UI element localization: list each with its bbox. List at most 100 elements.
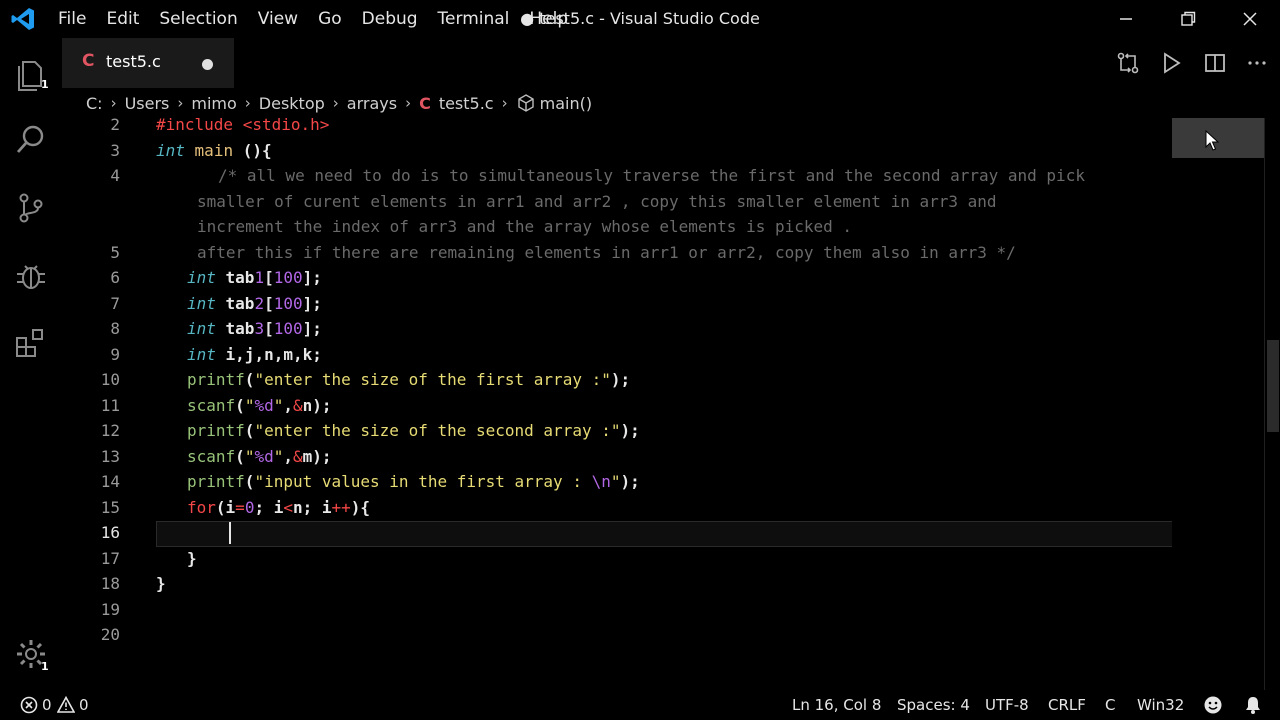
menu-terminal[interactable]: Terminal <box>428 0 520 38</box>
line-number: 11 <box>100 395 120 415</box>
code-line[interactable]: increment the index of arr3 and the arra… <box>62 214 1172 240</box>
menu-go[interactable]: Go <box>308 0 352 38</box>
line-number: 6 <box>110 268 120 287</box>
scrollbar-thumb[interactable] <box>1267 340 1279 432</box>
menu-selection[interactable]: Selection <box>149 0 247 38</box>
error-count[interactable]: 0 <box>42 690 52 720</box>
line-number: 8 <box>110 319 120 338</box>
code-line[interactable]: 20 <box>62 622 1172 648</box>
line-number: 2 <box>110 118 120 134</box>
error-icon[interactable] <box>20 696 38 714</box>
warning-count[interactable]: 0 <box>79 690 89 720</box>
breadcrumb-desktop[interactable]: Desktop <box>259 94 325 113</box>
source-control-icon[interactable] <box>13 190 49 226</box>
minimize-button[interactable] <box>1096 0 1156 38</box>
code-line[interactable]: 8 int tab3[100]; <box>62 316 1172 342</box>
notifications-bell-icon[interactable] <box>1243 695 1263 715</box>
code-line[interactable]: 10 printf("enter the size of the first ar… <box>62 367 1172 393</box>
feedback-smiley-icon[interactable] <box>1203 695 1223 715</box>
code-line[interactable]: 19 <box>62 597 1172 623</box>
code-line[interactable]: 4 /* all we need to do is to simultaneous… <box>62 163 1172 189</box>
code-line[interactable]: 14 printf("input values in the first arra… <box>62 469 1172 495</box>
code-text: int tab3[100]; <box>187 319 322 338</box>
line-number: 19 <box>100 599 120 619</box>
line-number: 13 <box>100 446 120 466</box>
debug-icon[interactable] <box>13 258 49 294</box>
code-text: scanf("%d",&m); <box>187 446 332 466</box>
breadcrumb-arrays[interactable]: arrays <box>347 94 397 113</box>
compare-changes-icon[interactable] <box>1115 50 1141 76</box>
close-window-button[interactable] <box>1220 0 1280 38</box>
code-text: int tab1[100]; <box>187 268 322 287</box>
chevron-right-icon: › <box>405 94 412 112</box>
line-number: 4 <box>110 166 120 185</box>
line-number: 9 <box>110 344 120 364</box>
language-mode[interactable]: C <box>1105 690 1115 720</box>
split-editor-icon[interactable] <box>1202 50 1228 76</box>
code-text: scanf("%d",&n); <box>187 395 332 415</box>
vertical-scrollbar[interactable] <box>1264 118 1280 690</box>
menu-debug[interactable]: Debug <box>352 0 428 38</box>
platform[interactable]: Win32 <box>1137 690 1184 720</box>
line-number: 5 <box>110 242 120 262</box>
code-text: /* all we need to do is to simultaneousl… <box>218 166 1085 185</box>
mouse-pointer-icon <box>1205 130 1220 151</box>
line-number: 18 <box>100 574 120 593</box>
code-text: #include <stdio.h> <box>156 118 330 134</box>
code-text: for(i=0; i<n; i++){ <box>187 497 371 517</box>
code-line[interactable]: 9 int i,j,n,m,k; <box>62 342 1172 368</box>
breadcrumb-symbol[interactable]: main() <box>540 94 592 113</box>
line-number: 17 <box>100 548 120 568</box>
code-line[interactable]: 5 after this if there are remaining eleme… <box>62 240 1172 266</box>
symbol-method-icon <box>517 94 534 112</box>
code-line[interactable]: smaller of curent elements in arr1 and a… <box>62 189 1172 215</box>
indentation[interactable]: Spaces: 4 <box>897 690 970 720</box>
menu-file[interactable]: File <box>48 0 96 38</box>
menu-view[interactable]: View <box>248 0 308 38</box>
code-line[interactable]: 6 int tab1[100]; <box>62 265 1172 291</box>
code-text: printf("input values in the first array … <box>187 472 640 491</box>
warning-icon[interactable] <box>57 696 75 714</box>
code-line[interactable]: 18} <box>62 571 1172 597</box>
code-text: int tab2[100]; <box>187 293 322 313</box>
breadcrumb-mimo[interactable]: mimo <box>191 94 236 113</box>
tab-test5-c[interactable]: C test5.c <box>62 38 234 88</box>
code-line[interactable]: 7 int tab2[100]; <box>62 291 1172 317</box>
title-bar: File Edit Selection View Go Debug Termin… <box>0 0 1280 38</box>
c-file-icon: C <box>419 93 431 113</box>
vscode-logo-icon <box>11 8 34 30</box>
window-title: ● test5.c - Visual Studio Code <box>520 9 760 28</box>
code-line[interactable]: 11 scanf("%d",&n); <box>62 393 1172 419</box>
line-ending[interactable]: CRLF <box>1048 690 1086 720</box>
code-text: printf("enter the size of the first arra… <box>187 370 631 389</box>
breadcrumb-file[interactable]: test5.c <box>439 94 494 113</box>
code-line[interactable]: 15 for(i=0; i<n; i++){ <box>62 495 1172 521</box>
chevron-right-icon: › <box>244 94 251 112</box>
code-line[interactable]: 3 int main (){ <box>62 138 1172 164</box>
run-icon[interactable] <box>1158 50 1184 76</box>
extensions-icon[interactable] <box>13 326 49 362</box>
line-number: 10 <box>100 370 120 389</box>
code-text: after this if there are remaining elemen… <box>197 242 1016 262</box>
code-line[interactable]: 13 scanf("%d",&m); <box>62 444 1172 470</box>
breadcrumb-drive[interactable]: C: <box>86 94 103 113</box>
cursor-position[interactable]: Ln 16, Col 8 <box>792 690 881 720</box>
close-icon <box>1243 12 1257 26</box>
code-line[interactable]: 17} <box>62 546 1172 572</box>
breadcrumb-users[interactable]: Users <box>125 94 170 113</box>
search-icon[interactable] <box>13 122 49 158</box>
encoding[interactable]: UTF-8 <box>985 690 1029 720</box>
line-number: 15 <box>100 497 120 517</box>
code-editor[interactable]: 2 #include <stdio.h> 3 int main (){ 4 /* all … <box>62 118 1172 690</box>
menu-edit[interactable]: Edit <box>96 0 149 38</box>
tab-label: test5.c <box>106 52 161 71</box>
code-line[interactable]: 2 #include <stdio.h> <box>62 118 1172 138</box>
unsaved-dot-icon[interactable] <box>202 59 213 70</box>
line-number: 14 <box>100 472 120 491</box>
chevron-right-icon: › <box>332 94 339 112</box>
restore-button[interactable] <box>1158 0 1218 38</box>
code-line[interactable]: 12 printf("enter the size of the second a… <box>62 418 1172 444</box>
code-line[interactable]: 16 <box>62 520 1172 546</box>
more-actions-icon[interactable] <box>1244 50 1270 76</box>
explorer-badge: 1 <box>41 78 49 91</box>
